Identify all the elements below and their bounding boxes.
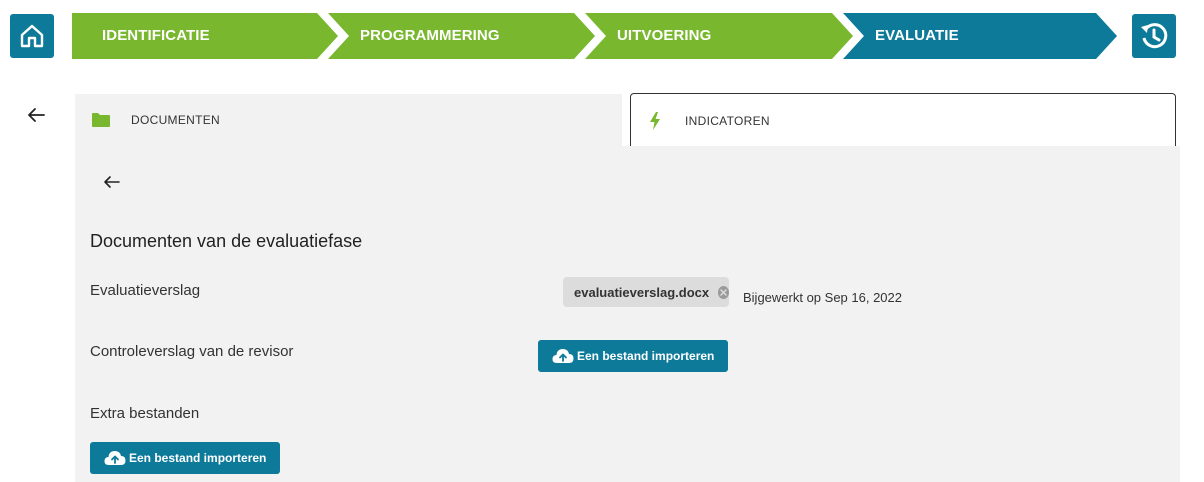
file-chip[interactable]: evaluatieverslag.docx xyxy=(563,277,729,307)
step-uitvoering-label[interactable]: UITVOERING xyxy=(617,27,711,44)
tab-documenten[interactable]: DOCUMENTEN xyxy=(75,94,622,146)
bolt-icon xyxy=(650,112,660,130)
cloud-upload-icon xyxy=(552,349,574,363)
history-button[interactable] xyxy=(1132,14,1176,58)
evaluatieverslag-label: Evaluatieverslag xyxy=(90,282,201,299)
step-programmering-label[interactable]: PROGRAMMERING xyxy=(360,27,500,44)
arrow-left-icon xyxy=(104,176,120,188)
back-button[interactable] xyxy=(24,104,48,126)
tab-indicatoren-label: INDICATOREN xyxy=(685,114,770,128)
extra-bestanden-label: Extra bestanden xyxy=(90,405,200,422)
step-identificatie-label[interactable]: IDENTIFICATIE xyxy=(102,27,210,44)
tab-documenten-label: DOCUMENTEN xyxy=(131,113,220,127)
import-extra-files-button[interactable]: Een bestand importeren xyxy=(90,442,280,474)
panel-back-button[interactable] xyxy=(101,172,123,192)
page-title: Documenten van de evaluatiefase xyxy=(90,231,363,251)
documents-panel: Documenten van de evaluatiefase Evaluati… xyxy=(75,146,1180,482)
home-button[interactable] xyxy=(10,14,54,58)
import-auditor-report-button[interactable]: Een bestand importeren xyxy=(538,340,728,372)
import-button-label: Een bestand importeren xyxy=(577,349,715,363)
tab-indicatoren[interactable]: INDICATOREN xyxy=(630,93,1176,147)
cloud-upload-icon xyxy=(104,451,126,465)
remove-file-button[interactable] xyxy=(718,285,729,299)
home-icon xyxy=(20,24,44,48)
phase-stepper: IDENTIFICATIE PROGRAMMERING UITVOERING E… xyxy=(72,13,1122,59)
step-evaluatie-label[interactable]: EVALUATIE xyxy=(875,27,959,44)
controleverslag-label: Controleverslag van de revisor xyxy=(90,343,294,360)
history-icon xyxy=(1141,23,1168,49)
folder-icon xyxy=(92,113,110,127)
updated-timestamp: Bijgewerkt op Sep 16, 2022 xyxy=(743,290,902,305)
arrow-left-icon xyxy=(28,108,45,122)
import-button-label: Een bestand importeren xyxy=(129,451,267,465)
file-name[interactable]: evaluatieverslag.docx xyxy=(574,285,709,300)
close-icon xyxy=(720,288,727,296)
